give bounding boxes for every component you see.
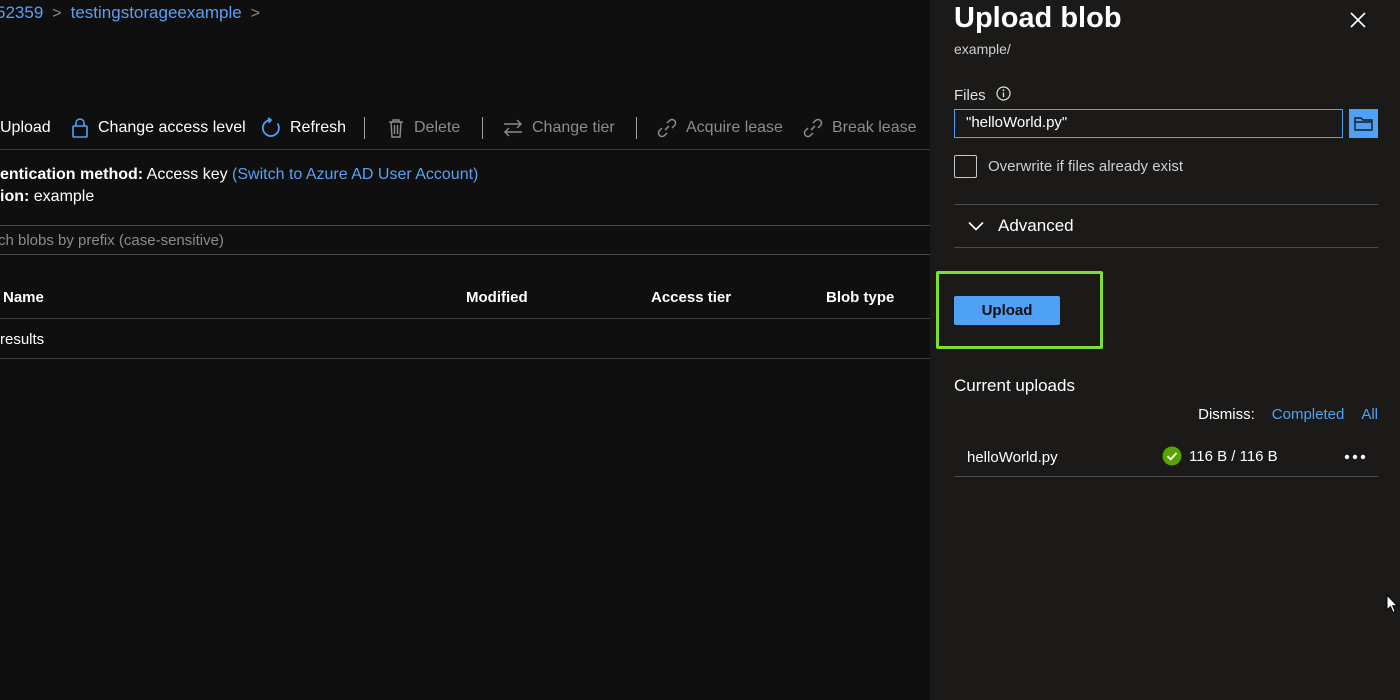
change-tier-label: Change tier xyxy=(532,119,615,136)
advanced-label: Advanced xyxy=(998,216,1074,235)
auth-method-value: Access key xyxy=(146,166,228,183)
broken-link-icon xyxy=(802,117,824,139)
column-header-access-tier[interactable]: Access tier xyxy=(651,289,731,306)
success-check-icon xyxy=(1162,446,1182,466)
auth-method-label: entication method: xyxy=(0,166,144,183)
browse-files-button[interactable] xyxy=(1349,109,1378,138)
dismiss-all-link[interactable]: All xyxy=(1361,406,1378,423)
refresh-button[interactable]: Refresh xyxy=(260,114,346,142)
breadcrumb-item-storage-id[interactable]: 52359 xyxy=(0,3,43,22)
acquire-lease-label: Acquire lease xyxy=(686,119,783,136)
mouse-pointer-icon xyxy=(1386,593,1399,619)
breadcrumb: 52359 > testingstorageexample > xyxy=(0,3,269,23)
overwrite-option[interactable]: Overwrite if files already exist xyxy=(954,155,1183,178)
refresh-icon xyxy=(260,117,282,139)
acquire-lease-button[interactable]: Acquire lease xyxy=(656,114,783,142)
files-input[interactable]: "helloWorld.py" xyxy=(954,109,1343,138)
location-value: example xyxy=(33,188,95,205)
files-label-row: Files xyxy=(954,86,1011,105)
change-tier-button[interactable]: Change tier xyxy=(502,114,615,142)
upload-button[interactable]: Upload xyxy=(954,296,1060,325)
break-lease-button[interactable]: Break lease xyxy=(802,114,917,142)
search-blobs-input[interactable]: ch blobs by prefix (case-sensitive) xyxy=(0,225,930,255)
overwrite-checkbox[interactable] xyxy=(954,155,977,178)
upload-toolbar-button[interactable]: Upload xyxy=(0,114,51,142)
upload-list-item: helloWorld.py 116 B / 116 B xyxy=(954,438,1378,477)
break-lease-label: Break lease xyxy=(832,119,917,136)
chevron-right-icon: > xyxy=(250,5,261,22)
upload-label: Upload xyxy=(0,119,51,136)
close-button[interactable] xyxy=(1346,8,1370,32)
close-icon xyxy=(1350,12,1366,28)
auth-method-row: entication method: Access key (Switch to… xyxy=(0,166,478,184)
swap-arrows-icon xyxy=(502,118,524,138)
main-pane: 52359 > testingstorageexample > Upload Chan… xyxy=(0,0,930,700)
change-access-level-label: Change access level xyxy=(98,119,246,136)
column-header-modified[interactable]: Modified xyxy=(466,289,528,306)
dismiss-label: Dismiss: xyxy=(1198,406,1255,423)
advanced-divider-bottom xyxy=(954,247,1378,248)
toolbar-divider xyxy=(636,117,637,139)
table-header-divider xyxy=(0,318,930,319)
empty-results-text: results xyxy=(0,331,45,348)
upload-progress: 116 B / 116 B xyxy=(1189,447,1278,465)
trash-icon xyxy=(386,117,406,139)
table-row-divider xyxy=(0,358,930,359)
ellipsis-icon xyxy=(1344,454,1366,460)
chevron-right-icon: > xyxy=(52,5,62,22)
search-placeholder: ch blobs by prefix (case-sensitive) xyxy=(0,232,224,249)
dismiss-row: Dismiss: Completed All xyxy=(1198,406,1378,423)
overwrite-label: Overwrite if files already exist xyxy=(988,158,1184,175)
location-row: ion: example xyxy=(0,188,94,206)
link-icon xyxy=(656,117,678,139)
chevron-down-icon xyxy=(968,221,984,231)
toolbar-divider xyxy=(482,117,483,139)
delete-label: Delete xyxy=(414,119,461,136)
upload-status: 116 B / 116 B xyxy=(1162,446,1278,466)
delete-button[interactable]: Delete xyxy=(386,114,460,142)
panel-subtitle: example/ xyxy=(954,41,1011,57)
info-icon[interactable] xyxy=(996,86,1011,105)
change-access-level-button[interactable]: Change access level xyxy=(70,114,246,142)
column-header-blob-type[interactable]: Blob type xyxy=(826,289,894,306)
lock-icon xyxy=(70,117,90,139)
dismiss-completed-link[interactable]: Completed xyxy=(1272,406,1345,423)
toolbar-divider-line xyxy=(0,149,930,150)
current-uploads-title: Current uploads xyxy=(954,376,1075,395)
upload-file-name: helloWorld.py xyxy=(967,449,1058,466)
upload-blob-panel: Upload blob example/ Files "helloWorld.p… xyxy=(930,0,1400,700)
folder-icon xyxy=(1354,117,1373,131)
location-label: ion: xyxy=(0,188,30,205)
panel-title: Upload blob xyxy=(954,2,1122,34)
breadcrumb-item-storage-account[interactable]: testingstorageexample xyxy=(71,3,242,22)
refresh-label: Refresh xyxy=(290,119,347,136)
switch-auth-link[interactable]: (Switch to Azure AD User Account) xyxy=(232,166,478,183)
files-input-value: "helloWorld.py" xyxy=(966,114,1068,131)
more-options-button[interactable] xyxy=(1342,447,1368,467)
advanced-expander[interactable]: Advanced xyxy=(954,205,1378,247)
column-header-name[interactable]: Name xyxy=(3,289,44,306)
files-label: Files xyxy=(954,87,986,104)
toolbar-divider xyxy=(364,117,365,139)
